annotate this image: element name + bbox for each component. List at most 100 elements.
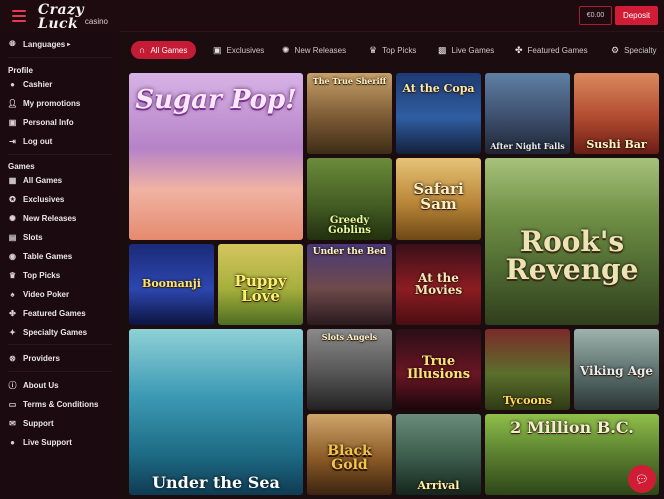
providers-icon: ⊗ — [9, 353, 16, 363]
grid-icon: ▦ — [8, 175, 17, 185]
sidebar-item-label: Specialty Games — [23, 327, 88, 337]
tab-all-games[interactable]: ∩ All Games — [131, 41, 197, 59]
game-tile[interactable]: At the Movies — [396, 244, 481, 325]
sidebar-item-new-releases[interactable]: ✺ New Releases — [8, 211, 76, 225]
sidebar-item-label: Video Poker — [23, 289, 70, 299]
game-title: Black Gold — [327, 443, 372, 473]
game-title: 2 Million B.C. — [510, 418, 634, 437]
sidebar-item-featured-games[interactable]: ✤ Featured Games — [8, 306, 86, 320]
tab-exclusives[interactable]: ▣ Exclusives — [213, 41, 264, 59]
game-title: Boomanji — [142, 277, 201, 290]
game-tile[interactable]: At the Copa — [396, 73, 481, 154]
trophy-icon: ♛ — [8, 270, 17, 280]
tab-label: New Releases — [294, 45, 347, 55]
game-tile[interactable]: Safari Sam — [396, 158, 481, 240]
games-heading: Games — [8, 162, 35, 171]
sidebar-item-label: Providers — [23, 353, 60, 363]
game-tile[interactable]: Viking Age — [574, 329, 659, 410]
game-title: Slots Angels — [321, 332, 378, 342]
sidebar-item-label: Slots — [23, 232, 43, 242]
sidebar-item-slots[interactable]: ▤ Slots — [8, 230, 43, 244]
sidebar-item-providers[interactable]: ⊗ Providers — [8, 351, 60, 365]
game-tile[interactable]: Sushi Bar — [574, 73, 659, 154]
coin-icon: ● — [10, 79, 15, 89]
profile-heading: Profile — [8, 66, 33, 75]
divider — [8, 344, 112, 345]
game-title: Tycoons — [503, 394, 552, 407]
sidebar-item-label: Live Support — [23, 437, 72, 447]
game-title: The True Sheriff — [312, 76, 387, 86]
cards-icon: ♠ — [10, 289, 15, 299]
game-tile[interactable]: Tycoons — [485, 329, 570, 410]
sidebar-item-about-us[interactable]: ⓘ About Us — [8, 378, 59, 392]
game-tile[interactable]: Rook's Revenge — [485, 158, 659, 325]
sidebar-item-exclusives[interactable]: ✪ Exclusives — [8, 192, 64, 206]
gear-icon: ⚙ — [611, 44, 620, 55]
sidebar-item-label: Support — [23, 418, 54, 428]
sidebar-item-specialty-games[interactable]: ✦ Specialty Games — [8, 325, 87, 339]
game-tile[interactable]: True Illusions — [396, 329, 481, 410]
sidebar-item-label: Personal Info — [23, 117, 74, 127]
game-title: Under the Sea — [152, 473, 280, 492]
tab-featured-games[interactable]: ✤ Featured Games — [515, 41, 588, 59]
game-title: At the Movies — [414, 271, 463, 297]
sidebar-item-terms[interactable]: ▭ Terms & Conditions — [8, 397, 99, 411]
game-tile[interactable]: Under the Sea — [129, 329, 303, 495]
sidebar-item-label: Cashier — [23, 79, 53, 89]
game-title: At the Copa — [402, 82, 475, 95]
new-icon: ✺ — [9, 213, 16, 223]
sidebar-item-all-games[interactable]: ▦ All Games — [8, 173, 62, 187]
balance-display[interactable]: €0.00 — [579, 6, 612, 25]
sidebar-item-live-support[interactable]: ● Live Support — [8, 435, 72, 449]
sidebar-item-table-games[interactable]: ◉ Table Games — [8, 249, 72, 263]
sidebar-item-support[interactable]: ✉ Support — [8, 416, 54, 430]
live-icon: ▩ — [438, 44, 447, 55]
sidebar-item-label: All Games — [23, 175, 63, 185]
horseshoe-icon: ∩ — [139, 45, 146, 55]
game-tile[interactable]: The True Sheriff — [307, 73, 392, 154]
game-tile[interactable]: Greedy Goblins — [307, 158, 392, 240]
game-tile[interactable]: Under the Bed — [307, 244, 392, 325]
tab-new-releases[interactable]: ✺ New Releases — [282, 41, 346, 59]
logo[interactable]: Crazy Luck casino — [38, 3, 110, 31]
sidebar-item-label: Log out — [23, 136, 53, 146]
menu-icon[interactable] — [12, 10, 26, 22]
featured-icon: ✤ — [515, 44, 523, 55]
languages-label: Languages — [23, 39, 66, 49]
tab-live-games[interactable]: ▩ Live Games — [438, 41, 494, 59]
chat-bubble-icon[interactable]: 💬︎ — [628, 465, 656, 493]
tab-label: Featured Games — [527, 45, 588, 55]
game-title: Greedy Goblins — [328, 215, 371, 236]
game-tile[interactable]: Black Gold — [307, 414, 392, 495]
game-title: True Illusions — [406, 354, 471, 382]
info-icon: ⓘ — [8, 380, 17, 390]
tab-specialty[interactable]: ⚙ Specialty — [611, 41, 657, 59]
game-tile[interactable]: Arrival — [396, 414, 481, 495]
deposit-button[interactable]: Deposit — [615, 6, 658, 25]
sidebar-item-personal-info[interactable]: ▣ Personal Info — [8, 115, 74, 129]
sidebar-item-log-out[interactable]: ⇥ Log out — [8, 134, 52, 148]
logout-icon: ⇥ — [9, 136, 16, 146]
game-title: Rook's Revenge — [505, 225, 639, 286]
sidebar-item-label: Table Games — [23, 251, 73, 261]
languages-selector[interactable]: 🌐︎ Languages ▸ — [8, 37, 70, 51]
globe-icon: 🌐︎ — [9, 39, 16, 48]
tab-label: Top Picks — [382, 45, 417, 55]
game-title: Arrival — [417, 479, 460, 492]
slots-icon: ▤ — [8, 232, 17, 242]
game-title: After Night Falls — [490, 141, 565, 151]
logo-subtext: casino — [84, 17, 108, 26]
sidebar-item-my-promotions[interactable]: 👤︎ My promotions — [7, 96, 80, 110]
document-icon: ▭ — [8, 399, 17, 409]
sidebar-item-top-picks[interactable]: ♛ Top Picks — [8, 268, 60, 282]
sidebar-item-cashier[interactable]: ● Cashier — [8, 77, 52, 91]
game-tile[interactable]: Sugar Pop! — [129, 73, 303, 240]
game-tile[interactable]: Puppy Love — [218, 244, 303, 325]
sidebar-item-video-poker[interactable]: ♠ Video Poker — [8, 287, 69, 301]
star-icon: ✪ — [9, 194, 16, 204]
tab-top-picks[interactable]: ♛ Top Picks — [369, 41, 416, 59]
game-tile[interactable]: Boomanji — [129, 244, 214, 325]
new-icon: ✺ — [282, 44, 290, 55]
game-tile[interactable]: Slots Angels — [307, 329, 392, 410]
game-tile[interactable]: After Night Falls — [485, 73, 570, 154]
